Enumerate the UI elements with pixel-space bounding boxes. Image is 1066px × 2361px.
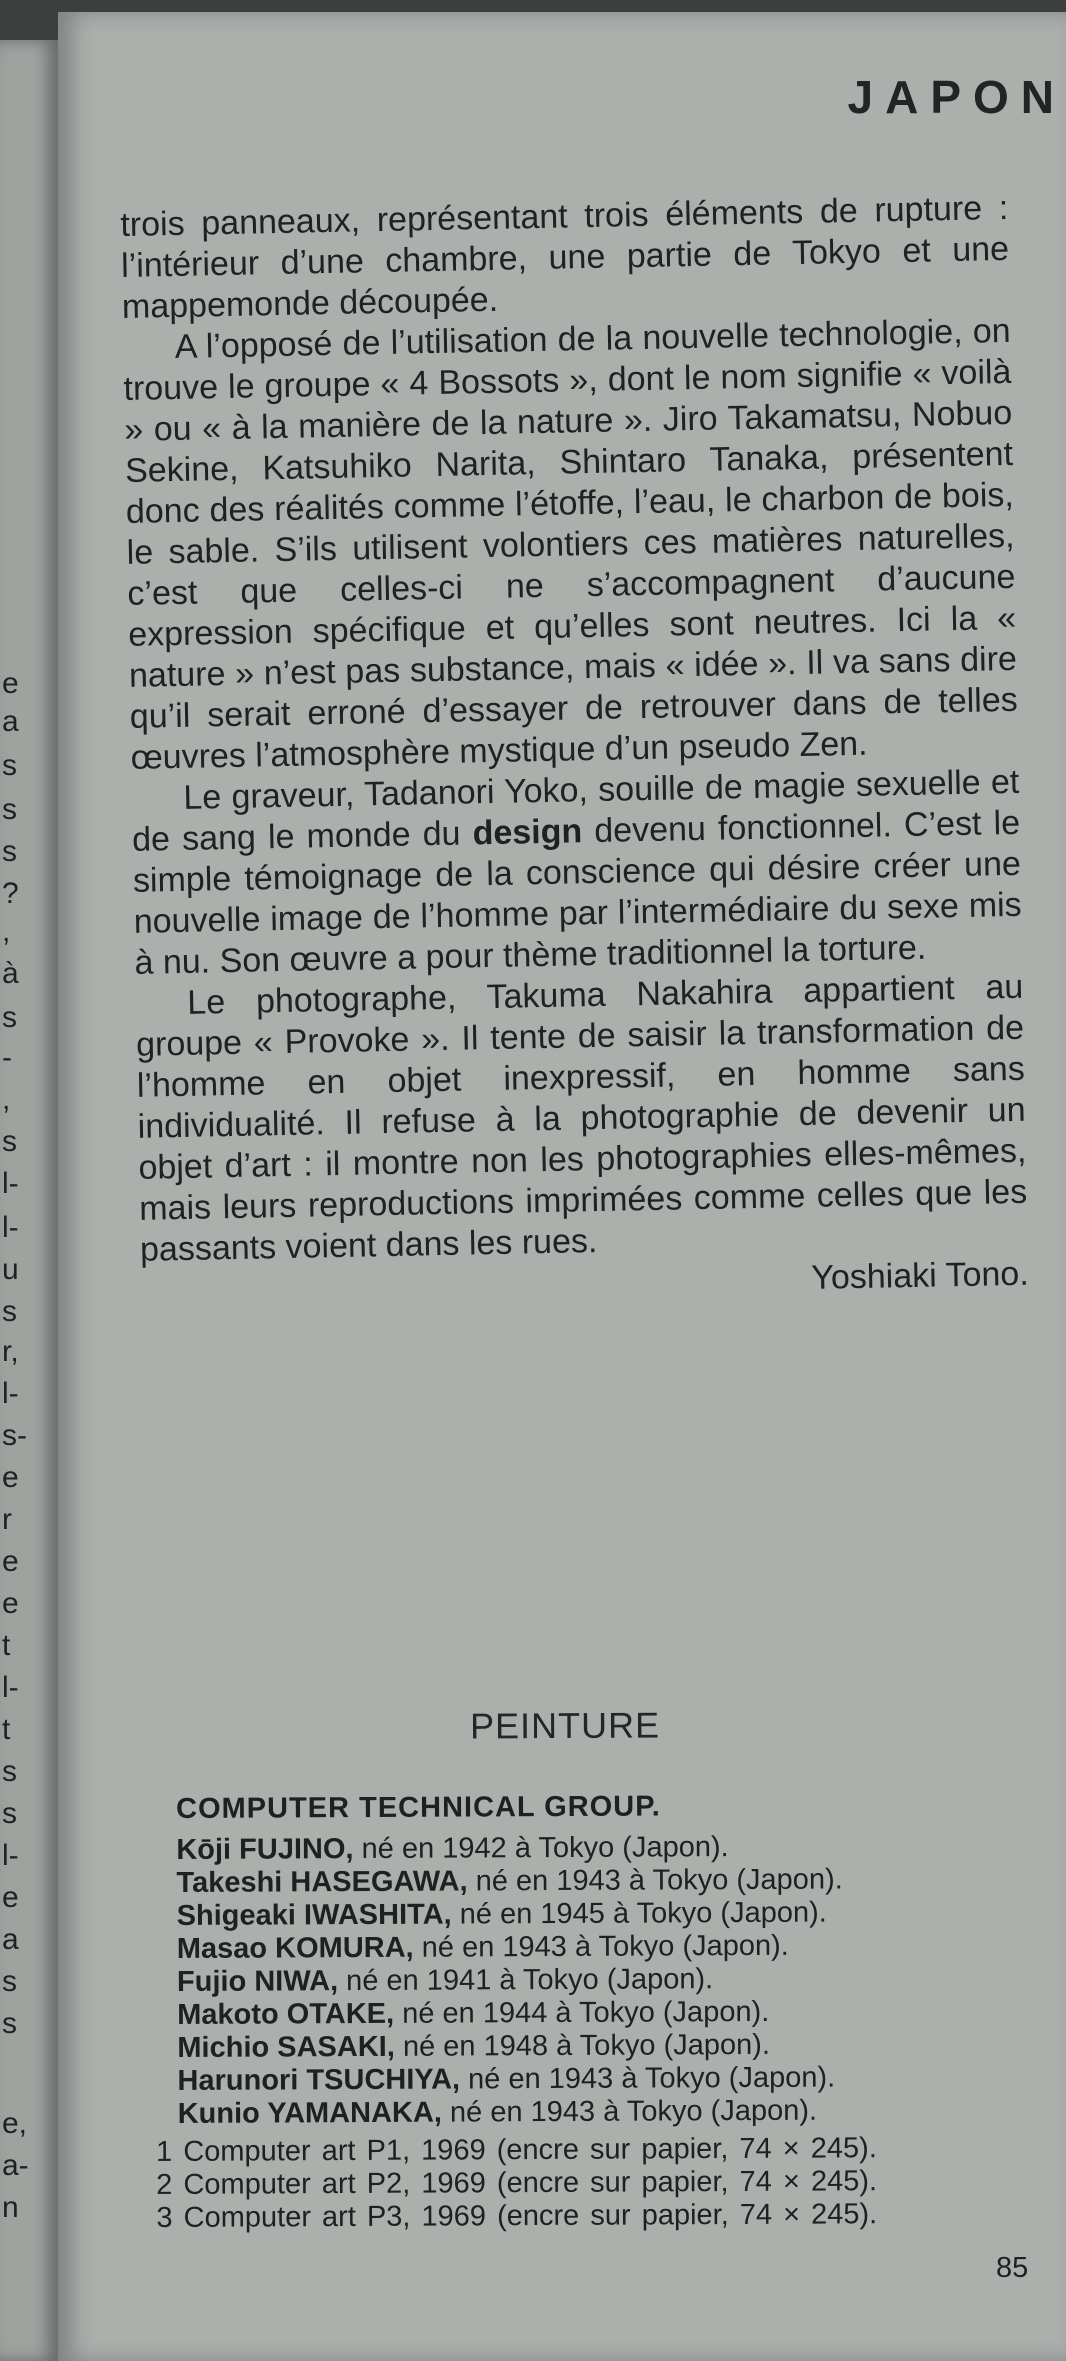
margin-char: e [2,1545,19,1578]
artist-details: né en 1943 à Tokyo (Japon). [459,2061,836,2096]
artist-details: né en 1943 à Tokyo (Japon). [441,2094,818,2129]
margin-char: e [2,1881,19,1914]
artist-entry: Harunori TSUCHIYA, né en 1943 à Tokyo (J… [177,2061,957,2098]
margin-char: l- [2,1211,19,1244]
margin-char: t [2,1713,11,1746]
margin-char: a [2,1923,19,1956]
margin-char: s [2,793,17,826]
paragraph: Le photographe, Takuma Nakahira appartie… [135,967,1028,1269]
artist-name: Makoto OTAKE, [177,1997,395,2031]
paragraph: A l’opposé de l’utilisation de la nouvel… [123,311,1019,777]
margin-char: s [2,1755,17,1788]
margin-char: s [2,1295,17,1328]
artist-name: Masao KOMURA, [176,1931,414,1965]
margin-char: l- [2,1377,19,1410]
emphasis-design: design [472,812,583,853]
margin-char: s [2,1001,17,1034]
artist-entry: Masao KOMURA, né en 1943 à Tokyo (Japon)… [177,1929,957,1966]
artist-name: Fujio NIWA, [176,1965,339,1998]
margin-char: , [2,1083,11,1116]
margin-char: l- [2,1167,19,1200]
page-number: 85 [996,2252,1029,2284]
artist-name: Harunori TSUCHIYA, [177,2063,461,2097]
artist-name: Takeshi HASEGAWA, [176,1865,468,1899]
artist-details: né en 1945 à Tokyo (Japon). [451,1896,827,1931]
work-entry: 1 Computer art P1, 1969 (encre sur papie… [156,2132,877,2168]
margin-char: r, [2,1335,19,1368]
section-title: PEINTURE [469,1704,661,1747]
works-list: 1 Computer art P1, 1969 (encre sur papie… [156,2131,1037,2235]
margin-char: - [2,1041,12,1074]
margin-char: ? [2,877,19,910]
margin-char: t [2,1629,11,1662]
margin-char: u [2,1253,19,1286]
margin-char: e [2,667,19,700]
margin-char: s [2,1797,17,1830]
running-head: JAPON [847,71,1066,123]
artist-entry: Takeshi HASEGAWA, né en 1943 à Tokyo (Ja… [176,1863,956,1900]
right-page: JAPON trois panneaux, représentant trois… [58,12,1066,2361]
margin-char: s- [2,1419,27,1452]
article-body: trois panneaux, représentant trois éléme… [120,188,1029,1312]
artist-name: Kunio YAMANAKA, [177,2096,442,2130]
work-entry: 3 Computer art P3, 1969 (encre sur papie… [156,2198,878,2234]
paragraph: trois panneaux, représentant trois éléme… [120,188,1010,326]
artist-details: né en 1942 à Tokyo (Japon). [353,1831,729,1866]
artist-credits: COMPUTER TECHNICAL GROUP. Kōji FUJINO, n… [176,1789,958,2131]
paragraph: Le graveur, Tadanori Yoko, souille de ma… [131,762,1023,984]
artist-name: Shigeaki IWASHITA, [176,1898,452,1932]
margin-char: e, [2,2107,28,2140]
margin-char: a [2,705,19,738]
margin-char: e [2,1461,19,1494]
artist-details: né en 1944 à Tokyo (Japon). [394,1995,770,2030]
left-page-edge: e a s s s ? , à s - , s l- l- u s r, l- … [0,40,58,2361]
artist-name: Kōji FUJINO, [176,1833,354,1866]
margin-char: a- [2,2149,29,2182]
artist-details: né en 1943 à Tokyo (Japon). [413,1929,789,1964]
artist-details: né en 1943 à Tokyo (Japon). [467,1863,843,1898]
margin-char: s [2,835,17,868]
margin-char: s [2,1125,17,1158]
margin-char: l- [2,1839,19,1872]
artist-entry: Michio SASAKI, né en 1948 à Tokyo (Japon… [177,2028,957,2065]
artist-entry: Makoto OTAKE, né en 1944 à Tokyo (Japon)… [177,1995,957,2032]
margin-char: n [2,2191,19,2224]
artist-entry: Fujio NIWA, né en 1941 à Tokyo (Japon). [177,1962,957,1999]
margin-char: , [2,915,11,948]
artist-name: Michio SASAKI, [177,2030,395,2064]
margin-char: e [2,1587,19,1620]
artist-details: né en 1941 à Tokyo (Japon). [337,1963,714,1998]
artist-entry: Shigeaki IWASHITA, né en 1945 à Tokyo (J… [177,1896,957,1933]
group-name: COMPUTER TECHNICAL GROUP. [176,1790,661,1825]
margin-char: s [2,2007,17,2040]
margin-char: s [2,749,17,782]
margin-char: r [2,1503,12,1536]
margin-char: à [2,957,19,990]
artist-entry: Kōji FUJINO, né en 1942 à Tokyo (Japon). [176,1830,956,1867]
artist-entry: Kunio YAMANAKA, né en 1943 à Tokyo (Japo… [178,2094,958,2131]
margin-char: l- [2,1671,19,1704]
artist-details: né en 1948 à Tokyo (Japon). [394,2028,771,2063]
margin-char: s [2,1965,17,1998]
work-entry: 2 Computer art P2, 1969 (encre sur papie… [156,2165,878,2201]
